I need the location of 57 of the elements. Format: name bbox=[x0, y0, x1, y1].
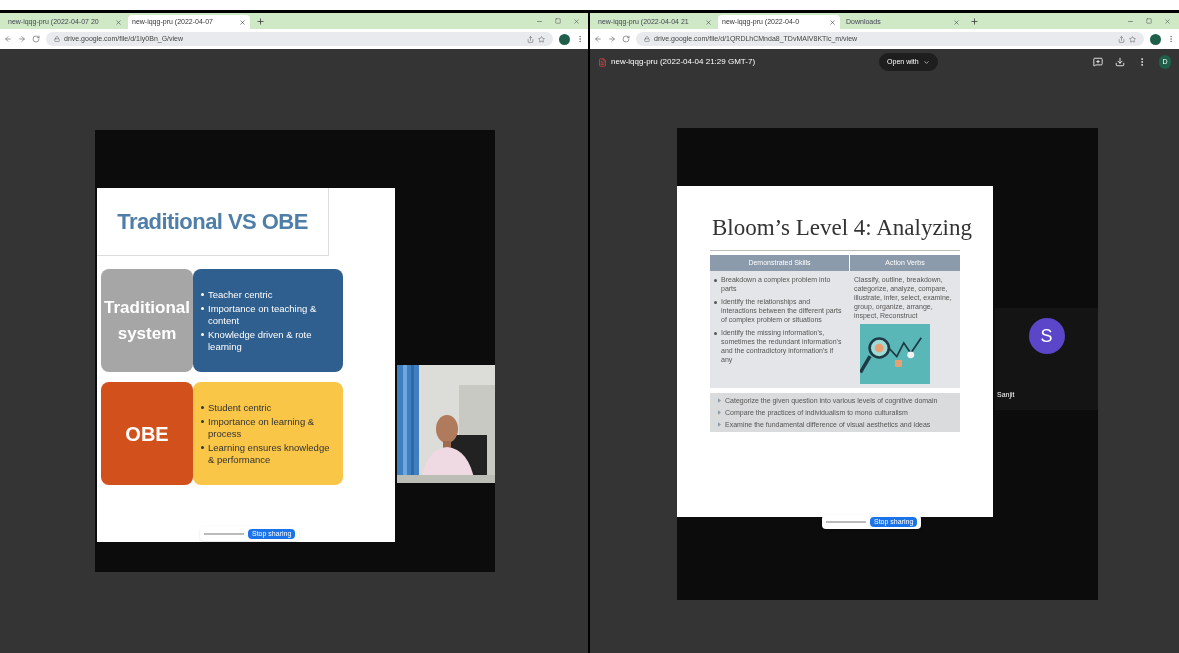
forward-icon[interactable] bbox=[608, 35, 616, 43]
close-icon[interactable] bbox=[573, 18, 580, 25]
minimize-icon[interactable] bbox=[1127, 18, 1134, 25]
close-icon[interactable] bbox=[829, 18, 836, 26]
back-icon[interactable] bbox=[4, 35, 12, 43]
close-icon[interactable] bbox=[239, 18, 246, 26]
file-title: new-iqqg-pru (2022-04-04 21:29 GMT-7) bbox=[611, 56, 756, 68]
profile-avatar[interactable] bbox=[1150, 33, 1161, 45]
star-icon[interactable] bbox=[538, 35, 545, 43]
minimize-icon[interactable] bbox=[536, 18, 543, 25]
bullet-text: Importance on teaching & content bbox=[208, 302, 318, 327]
bullet-icon bbox=[201, 445, 204, 449]
bullet-text: Importance on learning & process bbox=[208, 415, 316, 440]
close-icon[interactable] bbox=[1164, 18, 1171, 25]
lock-icon bbox=[54, 36, 60, 42]
bullet-icon bbox=[201, 332, 204, 336]
category-label: OBE bbox=[125, 421, 169, 447]
file-icon bbox=[598, 57, 607, 67]
lock-icon bbox=[644, 36, 650, 42]
close-icon[interactable] bbox=[705, 18, 712, 26]
bullet-icon bbox=[714, 332, 717, 335]
bullet-icon bbox=[201, 306, 204, 310]
forward-icon[interactable] bbox=[18, 35, 26, 43]
arrow-bullet-icon bbox=[718, 398, 721, 403]
profile-avatar[interactable] bbox=[559, 33, 570, 45]
menu-icon[interactable] bbox=[576, 35, 584, 43]
bullet-icon bbox=[714, 279, 717, 282]
bullet-text: Student centric bbox=[208, 401, 272, 414]
star-icon[interactable] bbox=[1129, 35, 1136, 43]
bullet-text: Teacher centric bbox=[208, 288, 273, 301]
participant-avatar: S bbox=[1028, 318, 1065, 354]
close-icon[interactable] bbox=[115, 18, 122, 26]
close-icon[interactable] bbox=[953, 18, 960, 26]
arrow-bullet-icon bbox=[718, 410, 721, 415]
back-icon[interactable] bbox=[594, 35, 602, 43]
bullet-text: Knowledge driven & rote learning bbox=[208, 328, 313, 353]
slide-title: Bloom’s Level 4: Analyzing bbox=[711, 214, 973, 242]
reload-icon[interactable] bbox=[32, 35, 40, 43]
caret-icon bbox=[922, 58, 930, 66]
bullet-icon bbox=[201, 405, 204, 409]
download-icon[interactable] bbox=[1115, 57, 1125, 67]
category-label: Traditional system bbox=[104, 296, 190, 345]
menu-icon[interactable] bbox=[1167, 35, 1175, 43]
comment-icon[interactable] bbox=[1093, 57, 1103, 67]
arrow-bullet-icon bbox=[718, 422, 721, 427]
slide-title: Traditional VS OBE bbox=[117, 208, 308, 236]
bullet-icon bbox=[201, 292, 204, 296]
new-tab-icon[interactable] bbox=[256, 17, 265, 26]
share-icon[interactable] bbox=[527, 35, 534, 43]
new-tab-icon[interactable] bbox=[970, 17, 979, 26]
bullet-text: Learning ensures knowledge & performance bbox=[208, 441, 331, 466]
reload-icon[interactable] bbox=[622, 35, 630, 43]
maximize-icon[interactable] bbox=[1146, 18, 1152, 24]
bullet-icon bbox=[201, 419, 204, 423]
maximize-icon[interactable] bbox=[555, 18, 561, 24]
bullet-icon bbox=[714, 301, 717, 304]
share-icon[interactable] bbox=[1118, 35, 1125, 43]
